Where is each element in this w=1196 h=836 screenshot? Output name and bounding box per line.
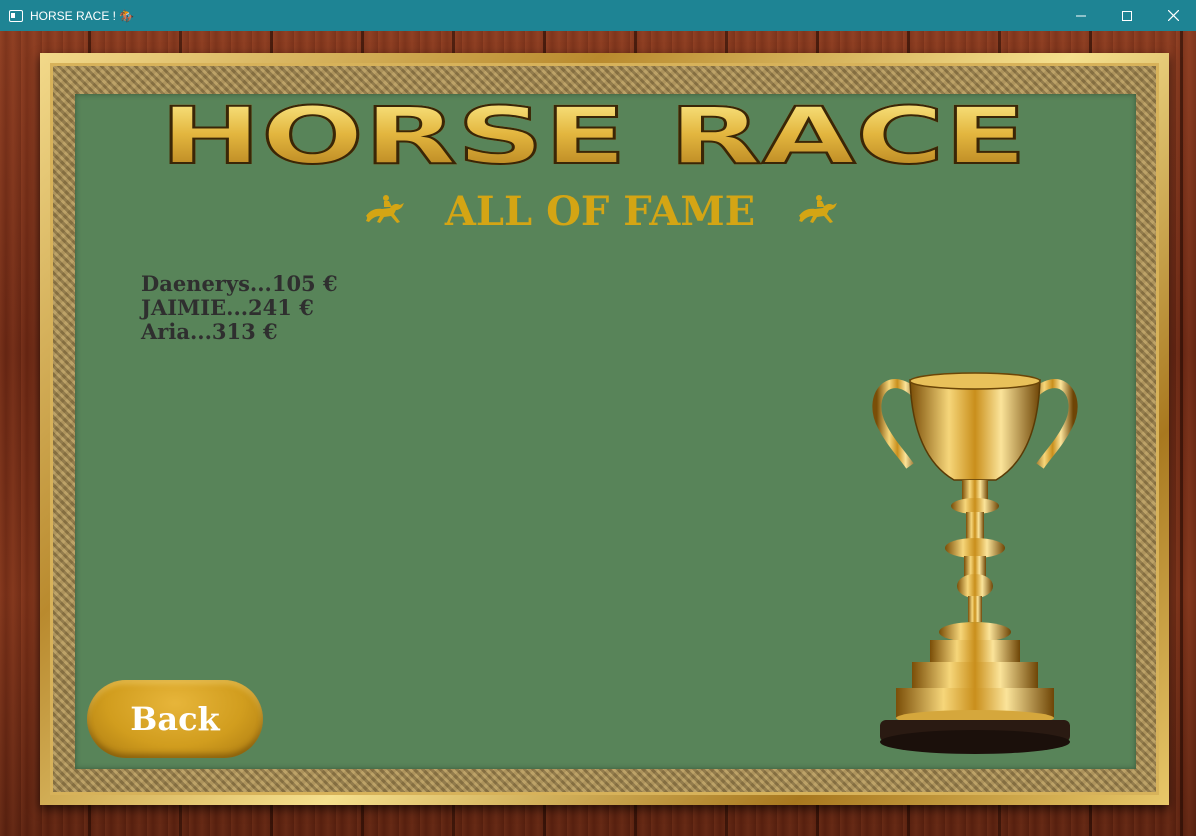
minimize-icon — [1076, 15, 1086, 16]
hall-of-fame-title: ALL OF FAME — [444, 188, 756, 235]
jockey-icon — [360, 192, 408, 228]
back-button[interactable]: Back — [87, 680, 263, 758]
trophy-icon — [870, 356, 1080, 760]
score-entry: Aria...313 € — [141, 319, 278, 344]
game-logo: HORSE RACE — [158, 97, 1059, 177]
title-bar: HORSE RACE ! 🏇 — [0, 0, 1196, 31]
minimize-button[interactable] — [1058, 0, 1104, 31]
close-icon — [1167, 10, 1179, 21]
hall-of-fame-list: Daenerys...105 € JAIMIE...241 € Aria...3… — [141, 272, 338, 344]
maximize-icon — [1122, 10, 1132, 21]
window-title: HORSE RACE ! 🏇 — [30, 8, 135, 23]
jockey-icon — [793, 192, 841, 228]
maximize-button[interactable] — [1104, 0, 1150, 31]
score-entry: Daenerys...105 € — [141, 271, 338, 296]
app-icon — [9, 9, 23, 22]
close-button[interactable] — [1150, 0, 1196, 31]
score-entry: JAIMIE...241 € — [141, 295, 314, 320]
